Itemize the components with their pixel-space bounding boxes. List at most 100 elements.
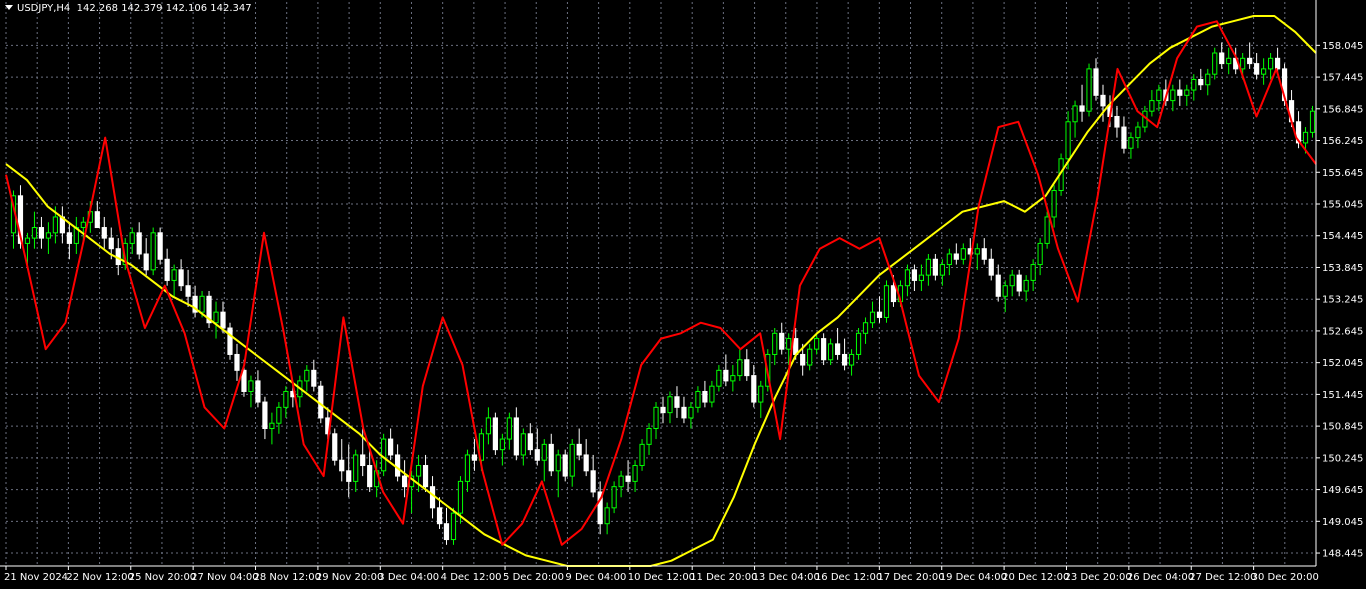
candle [129, 227, 135, 254]
candle-body [1086, 68, 1092, 112]
candle [1128, 132, 1134, 159]
candle [939, 259, 945, 286]
candle-body [1156, 89, 1162, 102]
candle-body [758, 385, 764, 403]
candle-body [946, 253, 952, 266]
candle [283, 386, 289, 418]
x-tick-label: 4 Dec 12:00 [441, 572, 502, 583]
candle [590, 454, 596, 498]
candle-body [101, 227, 107, 239]
candle-body [199, 295, 205, 313]
candle [1205, 68, 1211, 96]
candle-body [534, 449, 540, 461]
x-tick-label: 26 Dec 04:00 [1127, 572, 1194, 583]
candle-body [639, 443, 645, 467]
candle [213, 301, 219, 339]
candle-body [646, 428, 652, 445]
candle [157, 227, 163, 265]
candle-body [1302, 131, 1309, 144]
y-tick-label: 150.845 [1322, 422, 1363, 433]
candle-body [185, 285, 191, 297]
candle [674, 386, 680, 418]
candle-body [157, 232, 163, 260]
candle [918, 264, 925, 291]
candle [730, 365, 736, 392]
candle [555, 449, 561, 498]
candle [604, 502, 610, 535]
candle-body [1149, 100, 1155, 112]
candle-body [1135, 126, 1141, 139]
y-tick-label: 152.045 [1322, 358, 1363, 369]
candle-body [457, 480, 464, 514]
candle [332, 428, 338, 466]
candle [234, 343, 240, 381]
candle-body [283, 390, 289, 408]
candle [779, 322, 785, 355]
candle [73, 216, 79, 254]
candle [744, 349, 750, 381]
candle [932, 253, 938, 281]
candle-body [513, 417, 519, 456]
candle-body [24, 237, 31, 244]
candle [269, 412, 275, 445]
candle [1135, 121, 1141, 149]
candle [1072, 100, 1078, 138]
candle [492, 412, 498, 455]
candle [1016, 269, 1022, 297]
candle [1009, 269, 1015, 297]
candle-body [1079, 105, 1085, 112]
candle [583, 439, 589, 477]
candle [772, 328, 778, 366]
candle [1051, 185, 1057, 228]
candle [723, 354, 729, 387]
candle-body [1072, 105, 1078, 123]
candle [1037, 238, 1043, 276]
candle [702, 380, 708, 408]
candle [101, 216, 107, 249]
candle-body [381, 438, 387, 472]
candle-body [45, 232, 52, 239]
candle-body [960, 248, 966, 260]
candle-body [415, 465, 422, 477]
candle-body [1219, 52, 1225, 65]
candle-body [227, 327, 233, 355]
y-tick-label: 155.645 [1322, 168, 1363, 179]
candle-body [772, 332, 778, 355]
candle [569, 439, 575, 487]
candle [1191, 74, 1197, 101]
candle [1309, 105, 1316, 138]
dropdown-triangle-icon[interactable] [5, 5, 13, 10]
candle-body [38, 227, 45, 239]
candle-body [499, 438, 505, 451]
x-tick-label: 22 Nov 12:00 [66, 572, 133, 583]
candle [471, 439, 478, 471]
x-tick-label: 29 Nov 20:00 [316, 572, 383, 583]
candle [59, 206, 65, 244]
y-tick-label: 152.645 [1322, 326, 1363, 337]
candle-body [360, 454, 366, 467]
candle-body [681, 406, 687, 419]
candle [429, 476, 436, 519]
symbol-label: USDJPY,H4 [17, 3, 71, 14]
candle [1086, 63, 1092, 117]
candle-body [1191, 78, 1197, 91]
candle-body [618, 475, 624, 488]
candle-body [234, 353, 240, 371]
candle-body [611, 486, 617, 509]
candle [1149, 90, 1155, 117]
candle-body [869, 311, 876, 324]
candle [1093, 58, 1099, 101]
price-chart[interactable]: 158.045 157.445 156.845 156.245 155.645 155.0… [0, 0, 1366, 585]
candle-body [506, 417, 512, 440]
candle-body [143, 253, 149, 271]
candle-body [548, 443, 554, 472]
candle-body [367, 465, 373, 488]
candle [751, 365, 757, 408]
candle [395, 444, 401, 482]
candle-body [311, 369, 317, 387]
candle-body [1226, 57, 1232, 65]
candle [422, 454, 429, 492]
candle-body [1274, 57, 1281, 70]
x-tick-label: 9 Dec 04:00 [565, 572, 626, 583]
candle [862, 317, 869, 344]
